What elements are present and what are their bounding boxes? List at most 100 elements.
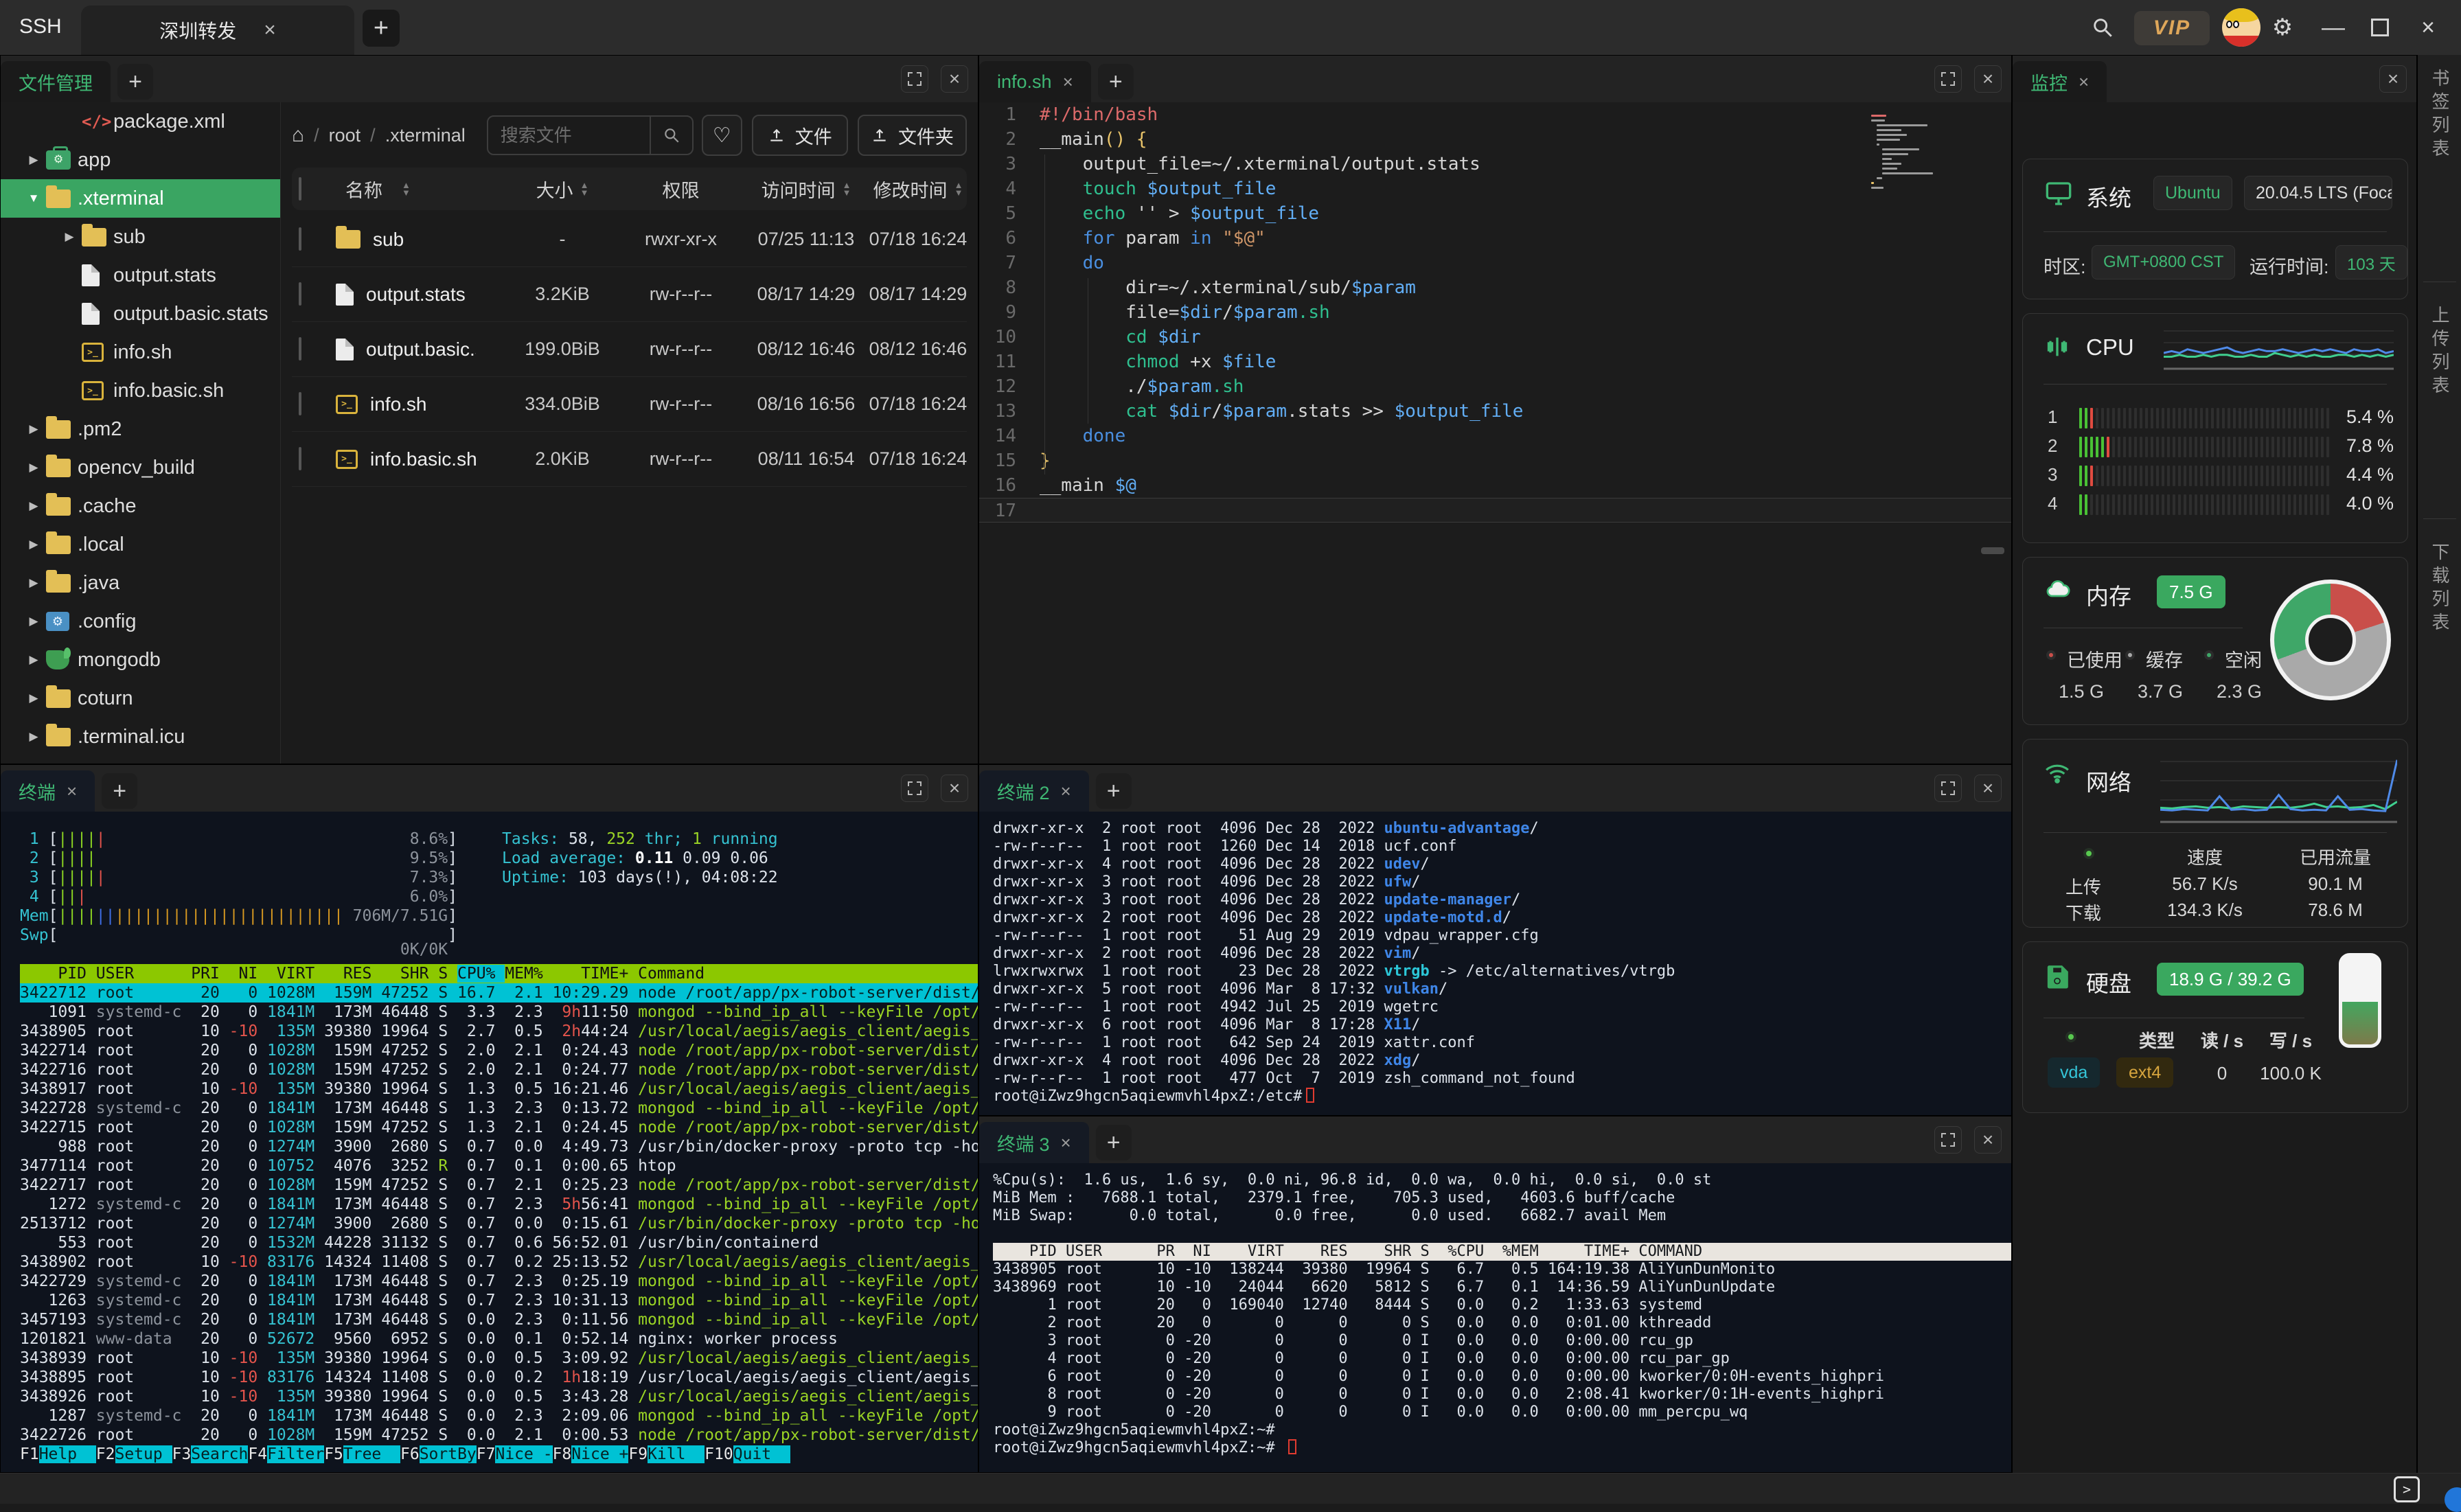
expand-panel-icon[interactable] <box>1934 775 1962 802</box>
upload-file-button[interactable]: 文件 <box>751 115 848 156</box>
tree-item-coturn[interactable]: ▶ coturn <box>1 679 280 718</box>
close-icon[interactable]: × <box>67 781 77 802</box>
process-row[interactable]: 3438905 root 10 -10 135M 39380 19964 S 2… <box>20 1022 978 1041</box>
tree-right-icon[interactable]: ▶ <box>21 615 46 628</box>
process-row[interactable]: 3438895 root 10 -10 83176 14324 11408 S … <box>20 1368 978 1387</box>
row-checkbox[interactable] <box>292 447 336 470</box>
tree-right-icon[interactable]: ▶ <box>21 653 46 667</box>
breadcrumb[interactable]: ⌂ / root / .xterminal <box>292 124 487 147</box>
file-row-info.sh[interactable]: >_ info.sh 334.0BiB rw-r--r-- 08/16 16:56 07/… <box>292 377 967 432</box>
column-header-0[interactable]: 名称 ▲ ▼ <box>336 176 507 203</box>
process-row[interactable]: 988 root 20 0 1274M 3900 2680 S 0.7 0.0 … <box>20 1137 978 1156</box>
row-checkbox[interactable] <box>292 392 336 415</box>
home-icon[interactable]: ⌂ <box>292 124 304 147</box>
file-row-info.basic.sh[interactable]: >_ info.basic.sh 2.0KiB rw-r--r-- 08/11 16:5… <box>292 432 967 487</box>
process-row[interactable]: 3422717 root 20 0 1028M 159M 47252 S 0.7… <box>20 1176 978 1195</box>
new-session-button[interactable]: + <box>363 10 400 47</box>
column-header-3[interactable]: 访问时间 ▲ ▼ <box>744 176 868 203</box>
tree-right-icon[interactable]: ▶ <box>21 461 46 474</box>
process-row[interactable]: 1272 systemd-c 20 0 1841M 173M 46448 S 0… <box>20 1195 978 1214</box>
vip-badge[interactable]: VIP <box>2134 11 2210 45</box>
tree-right-icon[interactable]: ▶ <box>57 230 82 244</box>
tree-right-icon[interactable]: ▶ <box>21 499 46 513</box>
side-tab-1[interactable]: 上传列表 <box>2427 306 2453 399</box>
terminal3-screen[interactable]: %Cpu(s): 1.6 us, 1.6 sy, 0.0 ni, 96.8 id… <box>979 1163 2011 1472</box>
tree-right-icon[interactable]: ▶ <box>21 538 46 551</box>
column-header-4[interactable]: 修改时间 ▲ ▼ <box>868 176 968 203</box>
avatar[interactable] <box>2222 8 2260 47</box>
tab-info-sh[interactable]: info.sh × <box>979 61 1091 102</box>
process-row[interactable]: 1263 systemd-c 20 0 1841M 173M 46448 S 0… <box>20 1291 978 1310</box>
close-panel-icon[interactable]: × <box>941 775 968 802</box>
file-row-output.basic.stats[interactable]: output.basic.stats 199.0BiB rw-r--r-- 08/12… <box>292 322 967 377</box>
code-editor[interactable]: 1 #!/bin/bash 2 __main() {3 output_file=~/.… <box>979 102 2011 764</box>
tree-item-opencv-build[interactable]: ▶ opencv_build <box>1 448 280 487</box>
process-row[interactable]: 1201821 www-data 20 0 52672 9560 6952 S … <box>20 1329 978 1349</box>
new-editor-tab-button[interactable]: + <box>1097 64 1134 100</box>
tab-file-manager[interactable]: 文件管理 <box>1 61 111 102</box>
process-row[interactable]: 553 root 20 0 1532M 44228 31132 S 0.7 0.… <box>20 1233 978 1252</box>
tab-terminal1[interactable]: 终端 × <box>1 770 95 812</box>
tree-right-icon[interactable]: ▶ <box>21 691 46 705</box>
row-checkbox[interactable] <box>292 227 336 251</box>
close-panel-icon[interactable]: × <box>1974 65 2002 93</box>
upload-folder-button[interactable]: 文件夹 <box>857 115 967 156</box>
expand-panel-icon[interactable] <box>1934 1126 1962 1154</box>
tree-item-sub[interactable]: ▶ sub <box>1 218 280 256</box>
process-row[interactable]: 2513712 root 20 0 1274M 3900 2680 S 0.7 … <box>20 1214 978 1233</box>
tree-right-icon[interactable]: ▶ <box>21 422 46 436</box>
session-tab[interactable]: 深圳转发 × <box>81 5 354 55</box>
process-row[interactable]: 3422728 systemd-c 20 0 1841M 173M 46448 … <box>20 1099 978 1118</box>
search-files-box[interactable] <box>486 115 694 155</box>
search-icon[interactable] <box>2085 10 2120 45</box>
tree-item--java[interactable]: ▶ .java <box>1 564 280 602</box>
maximize-icon[interactable] <box>2362 10 2398 45</box>
new-terminal-tab-button[interactable]: + <box>1095 773 1132 809</box>
side-tab-2[interactable]: 下载列表 <box>2427 542 2453 636</box>
tree-right-icon[interactable]: ▶ <box>21 730 46 744</box>
quick-terminal-icon[interactable]: > <box>2394 1476 2420 1502</box>
select-all-checkbox[interactable] <box>292 176 336 201</box>
tab-monitor[interactable]: 监控 × <box>2013 61 2107 102</box>
new-terminal-tab-button[interactable]: + <box>102 773 138 809</box>
breadcrumb-dir[interactable]: .xterminal <box>385 125 466 146</box>
tab-terminal3[interactable]: 终端 3 × <box>979 1122 1089 1163</box>
tree-item-info-basic-sh[interactable]: >_ info.basic.sh <box>1 371 280 410</box>
row-checkbox[interactable] <box>292 337 336 360</box>
breadcrumb-root[interactable]: root <box>329 125 361 146</box>
favorite-button[interactable]: ♡ <box>701 115 742 156</box>
close-panel-icon[interactable]: × <box>941 65 968 93</box>
column-header-1[interactable]: 大小 ▲ ▼ <box>507 176 617 203</box>
add-file-tab-button[interactable]: + <box>117 64 153 100</box>
process-row[interactable]: 3422715 root 20 0 1028M 159M 47252 S 1.3… <box>20 1118 978 1137</box>
tree-down-icon[interactable]: ▼ <box>21 192 46 205</box>
process-row[interactable]: 3438902 root 10 -10 83176 14324 11408 S … <box>20 1252 978 1272</box>
new-terminal-tab-button[interactable]: + <box>1095 1125 1132 1160</box>
minimize-icon[interactable]: — <box>2315 10 2351 45</box>
process-row[interactable]: 3422716 root 20 0 1028M 159M 47252 S 2.0… <box>20 1060 978 1079</box>
terminal1-screen[interactable]: 1 [||||| 8.6%] 2 [|||| 9.5%] 3 [||||| 7.3%]… <box>1 812 978 1472</box>
process-row[interactable]: 3422726 root 20 0 1028M 159M 47252 S 0.0… <box>20 1425 978 1445</box>
tree-right-icon[interactable]: ▶ <box>21 153 46 167</box>
process-row[interactable]: 3422729 systemd-c 20 0 1841M 173M 46448 … <box>20 1272 978 1291</box>
close-icon[interactable]: × <box>2079 71 2089 93</box>
close-panel-icon[interactable]: × <box>1974 775 2002 802</box>
tree-item-output-basic-stats[interactable]: output.basic.stats <box>1 295 280 333</box>
process-row[interactable]: 3438939 root 10 -10 135M 39380 19964 S 0… <box>20 1349 978 1368</box>
process-row[interactable]: 3438917 root 10 -10 135M 39380 19964 S 1… <box>20 1079 978 1099</box>
tree-item--terminal-icu[interactable]: ▶ .terminal.icu <box>1 718 280 756</box>
expand-panel-icon[interactable] <box>1934 65 1962 93</box>
terminal2-screen[interactable]: drwxr-xr-x 2 root root 4096 Dec 28 2022 … <box>979 812 2011 1115</box>
process-row[interactable]: 1091 systemd-c 20 0 1841M 173M 46448 S 3… <box>20 1003 978 1022</box>
close-window-icon[interactable]: × <box>2410 10 2446 45</box>
tab-terminal2[interactable]: 终端 2 × <box>979 770 1089 812</box>
file-row-output.stats[interactable]: output.stats 3.2KiB rw-r--r-- 08/17 14:29 08… <box>292 267 967 322</box>
tree-right-icon[interactable]: ▶ <box>21 576 46 590</box>
process-row[interactable]: 3477114 root 20 0 10752 4076 3252 R 0.7 … <box>20 1156 978 1176</box>
row-checkbox[interactable] <box>292 282 336 306</box>
tree-item--pm2[interactable]: ▶ .pm2 <box>1 410 280 448</box>
close-panel-icon[interactable]: × <box>2379 65 2407 93</box>
editor-scrollbar[interactable] <box>1981 547 2004 554</box>
process-row[interactable]: 3422714 root 20 0 1028M 159M 47252 S 2.0… <box>20 1041 978 1060</box>
column-header-2[interactable]: 权限 <box>617 176 744 203</box>
